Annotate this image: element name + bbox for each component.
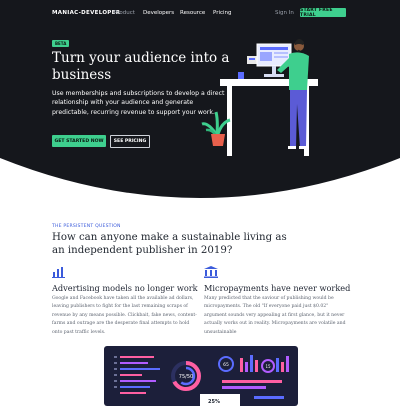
percent-tile bbox=[200, 394, 240, 406]
nav-link-developers[interactable]: Developers bbox=[143, 10, 174, 16]
bar-chart-icon bbox=[52, 267, 65, 278]
hero-curve-divider bbox=[0, 158, 400, 200]
feature-title-micropayments: Micropayments have never worked bbox=[204, 283, 351, 293]
dashboard-preview: 75/50 65 15 25% bbox=[104, 346, 298, 406]
nav-link-pricing[interactable]: Pricing bbox=[213, 10, 232, 16]
feature-title-advertising: Advertising models no longer work bbox=[52, 283, 198, 293]
hero-illustration bbox=[201, 39, 318, 156]
monitor-icon bbox=[256, 43, 292, 77]
feature-text-micropayments: Many predicted that the saviour of publi… bbox=[204, 296, 346, 335]
get-started-button[interactable]: GET STARTED NOW bbox=[52, 135, 106, 147]
potted-plant-icon bbox=[201, 111, 231, 146]
start-free-trial-button[interactable]: START FREE TRIAL bbox=[300, 8, 346, 18]
feature-text-advertising: Google and Facebook have taken all the a… bbox=[52, 296, 197, 335]
site-logo[interactable]: MANIAC-DEVELOPER bbox=[52, 10, 120, 16]
hero-section: MANIAC-DEVELOPER Product Developers Reso… bbox=[0, 0, 400, 200]
bank-icon bbox=[204, 266, 218, 278]
stat-label: 65 bbox=[223, 362, 229, 368]
section-eyebrow: THE PERSISTENT QUESTION bbox=[52, 224, 121, 229]
sign-in-link[interactable]: Sign In bbox=[275, 10, 294, 16]
section-title: How can anyone make a sustainable living… bbox=[52, 232, 287, 256]
progress-bar-2 bbox=[222, 386, 266, 389]
beta-badge: BETA bbox=[52, 40, 70, 47]
dashboard-graphics: 75/50 65 15 25% bbox=[114, 355, 289, 406]
mug-icon bbox=[238, 72, 244, 79]
bar-list bbox=[114, 356, 160, 394]
top-navigation: MANIAC-DEVELOPER Product Developers Reso… bbox=[0, 8, 400, 21]
gauge-label: 75/50 bbox=[179, 374, 193, 380]
see-pricing-button[interactable]: SEE PRICING bbox=[110, 135, 150, 148]
nav-link-product[interactable]: Product bbox=[114, 10, 135, 16]
stat-label-2: 15 bbox=[265, 364, 271, 369]
nav-link-resource[interactable]: Resource bbox=[180, 10, 205, 16]
progress-bar-1 bbox=[222, 380, 282, 383]
